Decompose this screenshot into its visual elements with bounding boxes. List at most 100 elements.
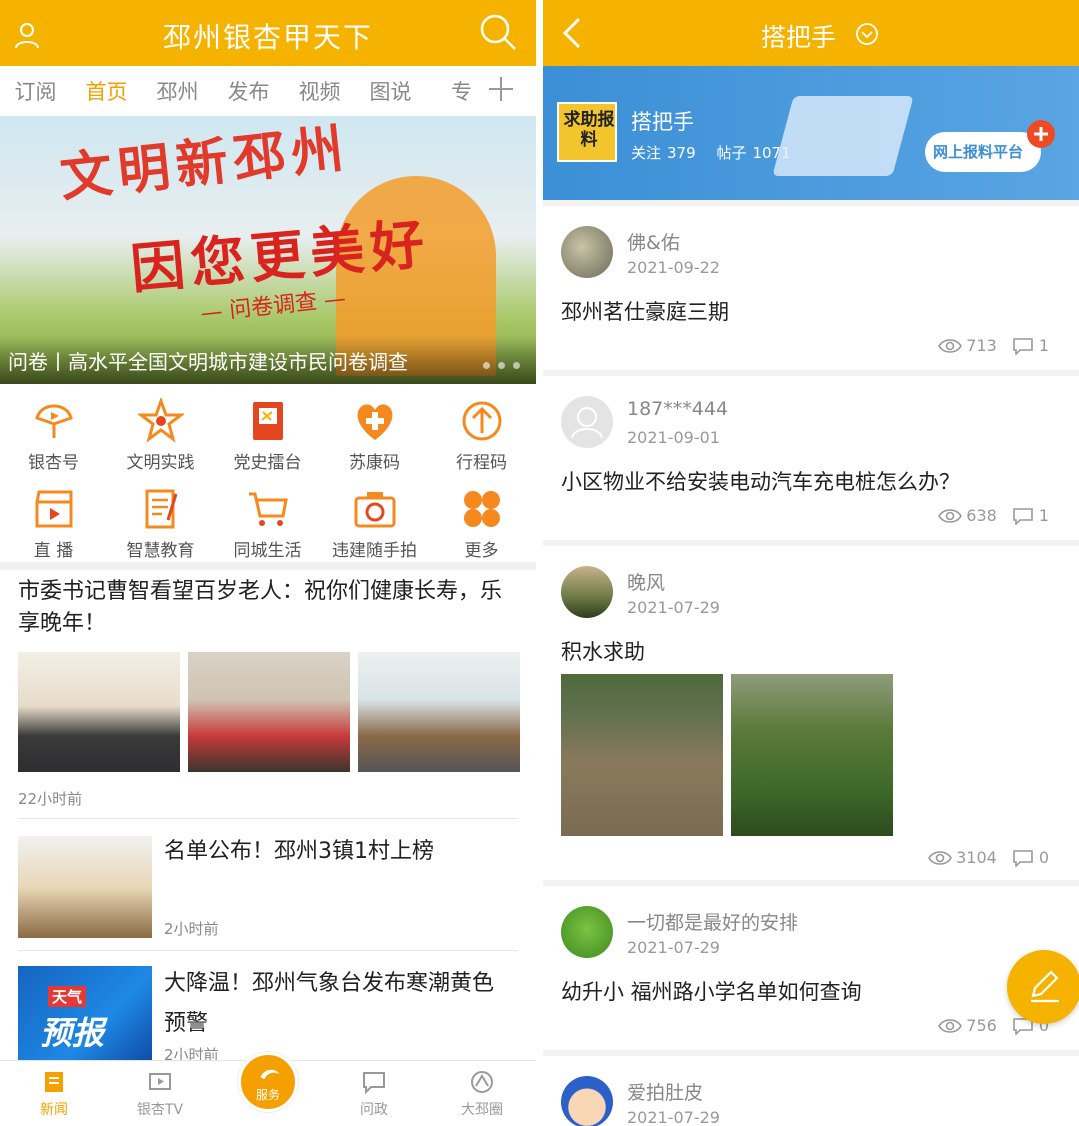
news-photo-3[interactable] <box>358 652 520 772</box>
news-title-2[interactable]: 名单公布！邳州3镇1村上榜 <box>164 832 514 872</box>
post-date: 2021-09-22 <box>627 258 720 277</box>
grid-item-more[interactable]: 更多 <box>428 486 535 561</box>
row-divider <box>18 950 518 951</box>
news-photo-2[interactable] <box>188 652 350 772</box>
grid-item-live[interactable]: 直 播 <box>0 486 107 561</box>
avatar[interactable] <box>561 906 613 958</box>
back-icon[interactable] <box>559 16 587 50</box>
eye-icon <box>938 1018 963 1033</box>
row-divider <box>18 818 518 819</box>
post-author[interactable]: 一切都是最好的安排 <box>627 908 798 935</box>
cart-icon <box>248 492 288 526</box>
banner-caption: 问卷丨高水平全国文明城市建设市民问卷调查 <box>8 350 408 374</box>
comment-icon <box>1013 849 1033 867</box>
post-date: 2021-09-01 <box>627 428 720 447</box>
grid-item-civility[interactable]: 文明实践 <box>107 398 214 473</box>
post-author[interactable]: 晚风 <box>627 568 665 595</box>
circle-icon <box>471 1071 493 1093</box>
news-thumb-2[interactable] <box>18 836 152 938</box>
party-book-icon <box>252 402 283 440</box>
page-title: 搭把手 <box>761 23 837 52</box>
eye-icon <box>938 508 963 523</box>
tab-video[interactable]: 视频 <box>284 76 355 106</box>
view-count: 713 <box>966 336 997 355</box>
view-count: 638 <box>966 506 997 525</box>
post-card[interactable]: 佛&佑 2021-09-22 邳州茗仕豪庭三期 713 1 <box>543 206 1079 370</box>
avatar[interactable] <box>561 226 613 278</box>
post-author[interactable]: 爱拍肚皮 <box>627 1078 703 1105</box>
star-emblem-icon <box>137 398 184 443</box>
post-author[interactable]: 187***444 <box>627 398 728 420</box>
post-card[interactable]: 一切都是最好的安排 2021-07-29 幼升小 福州路小学名单如何查询 756… <box>543 886 1079 1050</box>
comment-icon <box>1013 507 1033 525</box>
nav-tv[interactable]: 银杏TV <box>120 1069 200 1119</box>
add-channel-icon[interactable] <box>486 74 516 104</box>
ginkgo-icon <box>34 404 73 438</box>
clapper-icon <box>35 490 72 528</box>
post-photo-2[interactable] <box>731 674 893 836</box>
banner-caption-bar: 问卷丨高水平全国文明城市建设市民问卷调查 <box>0 336 536 384</box>
banner-headline-1: 文明新邳州 <box>57 117 353 209</box>
grid-item-city-life[interactable]: 同城生活 <box>214 486 321 561</box>
post-photo-1[interactable] <box>561 674 723 836</box>
nav-news[interactable]: 新闻 <box>14 1069 94 1119</box>
comment-count: 1 <box>1038 336 1049 355</box>
post-stats: 713 1 <box>938 336 1049 355</box>
nav-inquiry[interactable]: 问政 <box>334 1069 414 1119</box>
news-icon <box>45 1072 63 1092</box>
board-name: 搭把手 <box>631 110 694 134</box>
tab-publish[interactable]: 发布 <box>213 76 284 106</box>
nav-circle[interactable]: 大邳圈 <box>442 1069 522 1119</box>
channel-tabs: 订阅 首页 邳州 发布 视频 图说 专 <box>0 66 536 116</box>
tab-photo[interactable]: 图说 <box>355 76 426 106</box>
news-title-3[interactable]: 大降温！邳州气象台发布寒潮黄色预警 <box>164 964 514 1044</box>
plus-icon[interactable] <box>1027 120 1055 148</box>
post-stats: 638 1 <box>938 506 1049 525</box>
avatar[interactable] <box>561 566 613 618</box>
news-thumb-3[interactable]: 天气 预报 <box>18 966 152 1068</box>
chat-icon <box>363 1072 385 1095</box>
avatar[interactable] <box>561 396 613 448</box>
phone-illustration <box>772 96 914 176</box>
post-card[interactable]: 爱拍肚皮 2021-07-29 <box>543 1056 1079 1126</box>
tab-home[interactable]: 首页 <box>71 76 142 106</box>
top-bar: 邳州银杏甲天下 <box>0 0 536 66</box>
service-grid: 银杏号 文明实践 党史擂台 苏康码 行程码 直 播 智慧教育 同城生活 违建随手… <box>0 392 536 562</box>
news-title-1[interactable]: 市委书记曹智看望百岁老人：祝你们健康长寿，乐享晚年！ <box>18 576 518 640</box>
avatar[interactable] <box>561 1076 613 1126</box>
post-title[interactable]: 邳州茗仕豪庭三期 <box>561 296 729 326</box>
tv-icon <box>149 1073 171 1090</box>
board-logo: 求助报料 <box>557 102 617 162</box>
post-title[interactable]: 积水求助 <box>561 636 645 666</box>
post-title[interactable]: 小区物业不给安装电动汽车充电桩怎么办？ <box>561 466 960 496</box>
post-card[interactable]: 187***444 2021-09-01 小区物业不给安装电动汽车充电桩怎么办？… <box>543 376 1079 540</box>
grid-item-party-history[interactable]: 党史擂台 <box>214 398 321 473</box>
grid-item-health-code[interactable]: 苏康码 <box>321 398 428 473</box>
chevron-down-icon[interactable] <box>855 22 879 46</box>
post-author[interactable]: 佛&佑 <box>627 228 680 255</box>
search-icon[interactable] <box>478 12 518 52</box>
grid-item-education[interactable]: 智慧教育 <box>107 486 214 561</box>
follow-count: 379 <box>667 144 696 162</box>
grid-item-ginkgo[interactable]: 银杏号 <box>0 398 107 473</box>
compose-button[interactable] <box>1007 950 1079 1024</box>
heart-plus-icon <box>357 404 392 440</box>
view-count: 3104 <box>956 848 997 867</box>
report-platform-button[interactable]: 网上报料平台 <box>925 132 1041 172</box>
post-card[interactable]: 晚风 2021-07-29 积水求助 3104 0 <box>543 546 1079 880</box>
tab-subscribe[interactable]: 订阅 <box>0 76 71 106</box>
nav-service-button[interactable]: 服务 <box>238 1052 298 1112</box>
post-date: 2021-07-29 <box>627 938 720 957</box>
thumb-label-forecast: 预报 <box>40 1014 105 1052</box>
tab-pizhou[interactable]: 邳州 <box>142 76 213 106</box>
forum-screen: 搭把手 求助报料 搭把手 关注 379 帖子 1071 网上报料平台 佛&佑 202… <box>543 0 1079 1126</box>
comment-count: 0 <box>1038 848 1049 867</box>
post-title[interactable]: 幼升小 福州路小学名单如何查询 <box>561 976 862 1006</box>
news-time-1: 22小时前 <box>18 790 83 808</box>
news-photo-1[interactable] <box>18 652 180 772</box>
carousel-dots <box>483 362 520 369</box>
grid-item-trip-code[interactable]: 行程码 <box>428 398 535 473</box>
grid-item-violation-photo[interactable]: 违建随手拍 <box>321 486 428 561</box>
news-app-screen: 邳州银杏甲天下 订阅 首页 邳州 发布 视频 图说 专 文明新邳州 因您更美好 … <box>0 0 536 1126</box>
follow-label: 关注 <box>631 144 662 162</box>
